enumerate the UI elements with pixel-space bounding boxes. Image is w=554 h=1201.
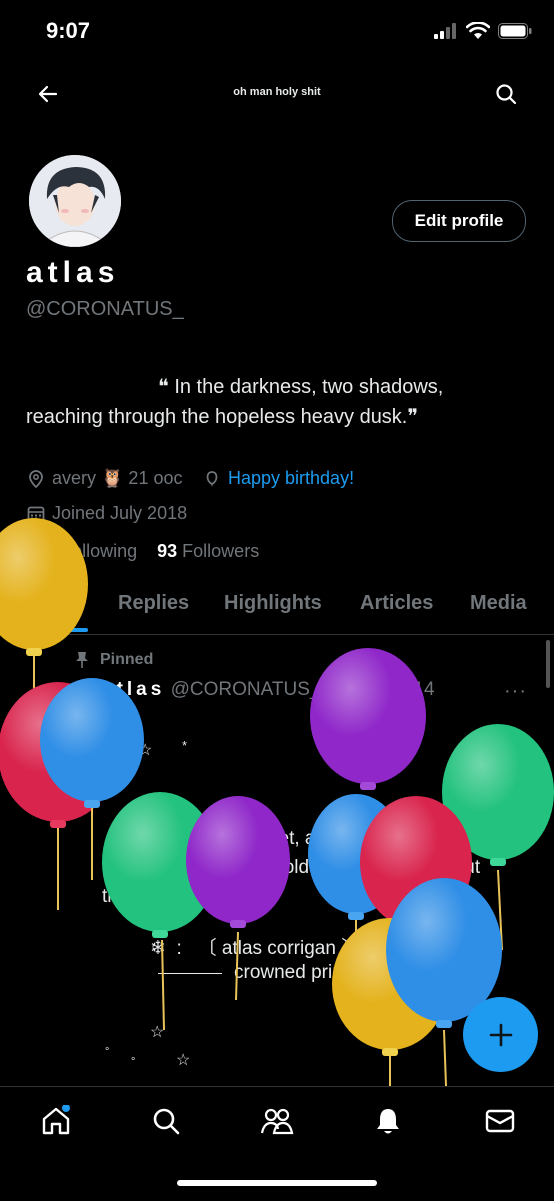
status-time: 9:07 <box>46 18 91 43</box>
signature-text: crowned prince <box>234 962 363 983</box>
nav-notifications[interactable] <box>372 1105 404 1142</box>
bio: ❝ In the darkness, two shadows, reaching… <box>26 372 526 432</box>
decor-star: ☆ <box>150 1024 165 1041</box>
signature-line-2: crowned prince <box>158 962 363 984</box>
follow-stats: 109 Following 93 Followers <box>26 541 259 562</box>
following-label: Following <box>61 541 138 561</box>
nav-messages[interactable] <box>484 1105 516 1142</box>
search-icon <box>496 84 517 105</box>
plus-icon <box>489 1023 512 1046</box>
nav-home[interactable] <box>40 1104 72 1142</box>
divider-line <box>158 972 222 974</box>
home-icon <box>42 1104 70 1135</box>
joined-text: Joined July 2018 <box>52 503 188 523</box>
bio-line-2: reaching through the hopeless heavy dusk… <box>26 406 419 428</box>
communities-icon <box>260 1108 294 1135</box>
handle: @CORONATUS_ <box>26 298 184 320</box>
followers-label: Followers <box>182 541 260 561</box>
balloon-red-1 <box>0 682 118 910</box>
location-row: avery 🦉 21 ooc <box>26 468 182 489</box>
tweet-body: ❛ The hands meet, and light spills in a … <box>102 824 532 911</box>
display-name: atlas <box>26 256 120 289</box>
tweet-body-line-3: the sun❜ <box>102 886 171 907</box>
notifications-icon <box>377 1109 399 1134</box>
joined-row: Joined July 2018 <box>26 503 187 524</box>
decor-star: ☆ <box>176 1052 191 1069</box>
pinned-label: Pinned <box>100 651 154 668</box>
balloon-purple-1 <box>310 648 426 820</box>
tab-highlights[interactable]: Highlights <box>224 592 322 615</box>
tweet-author[interactable]: atlas <box>102 679 165 700</box>
tweet-header[interactable]: atlas @CORONATUS_ · 2022-02-14 <box>102 679 435 701</box>
following-link[interactable]: 109 Following <box>26 541 137 561</box>
location-pin-icon <box>29 469 43 488</box>
nav-communities[interactable] <box>260 1105 294 1142</box>
search-button[interactable] <box>494 82 518 111</box>
home-indicator <box>177 1180 377 1186</box>
signature-line-1: ❄ : 〔 atlas corrigan 〕 <box>150 938 361 959</box>
calendar-icon <box>27 506 45 522</box>
decor-star: ☆ <box>138 742 153 759</box>
location-text: avery 🦉 21 ooc <box>52 468 183 488</box>
decor-asterisk: * <box>182 738 188 753</box>
active-tab-indicator <box>22 628 88 632</box>
birthday-link[interactable]: Happy birthday! <box>228 468 354 489</box>
pin-icon <box>76 652 88 668</box>
decor-dot: ∘ <box>104 1044 111 1055</box>
following-count: 109 <box>26 541 57 561</box>
followers-link[interactable]: 93 Followers <box>157 541 259 561</box>
nav-search[interactable] <box>150 1105 182 1142</box>
avatar-illustration <box>29 155 121 247</box>
profile-tabs: Posts Replies Highlights Articles Media <box>0 586 554 635</box>
scrollbar[interactable] <box>546 640 550 688</box>
messages-icon <box>485 1109 515 1133</box>
pinned-indicator: Pinned <box>74 651 153 669</box>
avatar[interactable] <box>26 152 124 250</box>
tab-articles[interactable]: Articles <box>360 592 433 615</box>
battery-icon <box>498 23 532 39</box>
tweet-body-line-2: flood like a hundred golden limbs pourin… <box>102 857 481 878</box>
tab-replies[interactable]: Replies <box>118 592 189 615</box>
decor-dot: ∘ <box>127 764 135 778</box>
bio-line-1: ❝ In the darkness, two shadows, <box>158 376 444 398</box>
tweet-handle-date: @CORONATUS_ · 2022-02-14 <box>170 679 435 700</box>
edit-profile-button[interactable]: Edit profile <box>392 200 526 242</box>
topbar-title: oh man holy shit <box>233 86 321 98</box>
birthday-row[interactable]: Happy birthday! <box>202 468 354 489</box>
search-icon <box>153 1108 180 1135</box>
tweet-body-line-1: ❛ The hands meet, and light spills in a <box>146 828 461 849</box>
more-options-button[interactable]: ··· <box>504 680 527 703</box>
tab-posts[interactable]: Posts <box>22 592 76 615</box>
decor-dot: ∘ <box>130 1054 137 1065</box>
followers-count: 93 <box>157 541 178 561</box>
status-icons <box>434 22 532 40</box>
signal-icon <box>434 23 456 39</box>
wifi-icon <box>466 22 490 39</box>
tab-media[interactable]: Media <box>470 592 527 615</box>
compose-button[interactable] <box>463 997 538 1072</box>
balloon-icon <box>206 470 218 487</box>
